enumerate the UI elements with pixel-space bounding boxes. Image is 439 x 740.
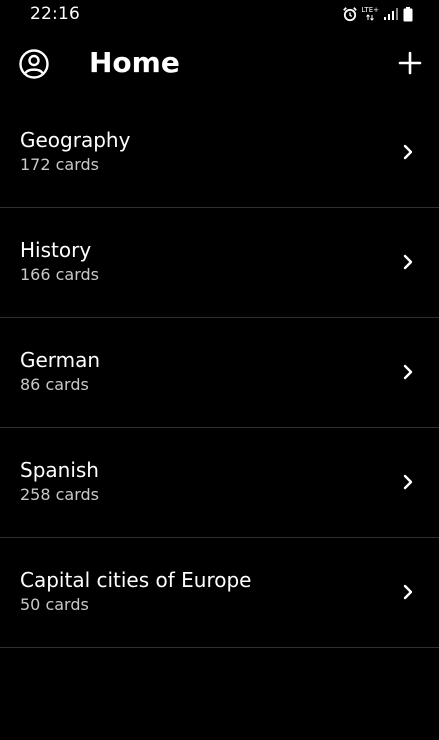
page-title: Home <box>89 46 180 79</box>
chevron-right-icon <box>401 142 415 162</box>
chevron-right-icon <box>401 582 415 602</box>
account-circle-icon[interactable] <box>18 48 50 80</box>
deck-name: Spanish <box>20 458 99 482</box>
deck-name: German <box>20 348 101 372</box>
lte-label: LTE+ <box>361 6 380 14</box>
deck-list-item[interactable]: Capital cities of Europe 50 cards <box>0 538 439 648</box>
battery-icon <box>403 6 413 22</box>
deck-name: Geography <box>20 128 131 152</box>
deck-list-item[interactable]: Spanish 258 cards <box>0 428 439 538</box>
deck-card-count: 86 cards <box>20 375 89 394</box>
deck-card-count: 50 cards <box>20 595 89 614</box>
status-bar: 22:16 LTE+ <box>0 0 439 28</box>
status-icons: LTE+ <box>342 6 414 22</box>
deck-card-count: 172 cards <box>20 155 100 174</box>
app-header: Home <box>0 28 439 100</box>
chevron-right-icon <box>401 252 415 272</box>
add-deck-button[interactable] <box>397 50 423 76</box>
deck-card-count: 166 cards <box>20 265 100 284</box>
deck-name: History <box>20 238 92 262</box>
chevron-right-icon <box>401 472 415 492</box>
alarm-icon <box>342 6 358 22</box>
plus-icon <box>397 51 423 80</box>
deck-list-item[interactable]: German 86 cards <box>0 318 439 428</box>
deck-list: Geography 172 cards History 166 cards Ge… <box>0 98 439 648</box>
data-arrows-icon <box>365 14 375 21</box>
deck-list-item[interactable]: History 166 cards <box>0 208 439 318</box>
deck-list-item[interactable]: Geography 172 cards <box>0 98 439 208</box>
chevron-right-icon <box>401 362 415 382</box>
lte-indicator: LTE+ <box>361 6 380 21</box>
status-time: 22:16 <box>30 4 80 24</box>
deck-name: Capital cities of Europe <box>20 568 252 592</box>
signal-icon <box>383 7 399 21</box>
deck-card-count: 258 cards <box>20 485 100 504</box>
